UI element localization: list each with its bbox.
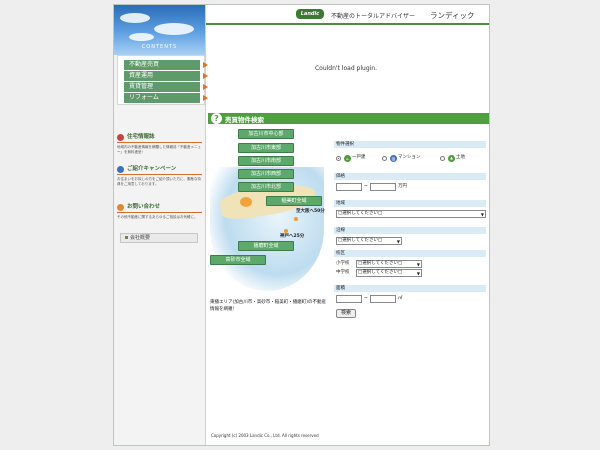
contents-label: CONTENTS: [141, 44, 178, 50]
question-icon: ?: [211, 113, 222, 124]
size-separator: ~: [364, 296, 368, 301]
brand-name: ランディック: [430, 11, 475, 20]
mail-icon: [117, 204, 124, 211]
price-unit: 万円: [398, 184, 407, 189]
company-label: 会社概要: [130, 235, 151, 241]
area-button-inami[interactable]: 稲美町全域: [266, 196, 322, 206]
area-select[interactable]: □選択してください□ ▼: [336, 210, 486, 218]
search-section-title: 売買物件検索: [225, 116, 264, 124]
info-contact[interactable]: お問い合わせ その他不動産に関するあらゆるご相談はお気軽に。: [117, 203, 202, 220]
area-map: 加古川市中心部 加古川市東部 加古川市南部 加古川市西部 加古川市北部 稲美町全…: [210, 127, 328, 297]
info-body: 地域内の不動産情報を網羅した情報誌「不動産メニュー」を無料進呈!: [117, 145, 201, 154]
type-label-mansion: マンション: [398, 155, 421, 160]
plugin-error-message: Couldn't load plugin.: [314, 65, 378, 72]
sidebar-item-label: 不動産売買: [129, 61, 160, 68]
tree-icon: ♣: [448, 155, 455, 162]
area-label: 地域: [334, 200, 486, 207]
info-referral-campaign[interactable]: ご紹介キャンペーン お住まいをお探しの方をご紹介頂いた方に、素敵な特典をご用意し…: [117, 165, 202, 187]
sidebar-item-label: 賃貸管理: [129, 83, 154, 90]
info-title: お問い合わせ: [127, 204, 161, 210]
line-label: 沿線: [334, 227, 486, 234]
kobe-label: 神戸へ25分: [280, 234, 305, 239]
sidebar-item-rental[interactable]: 賃貸管理: [124, 82, 208, 92]
type-label: 物件選択: [334, 141, 486, 148]
size-unit: ㎡: [398, 296, 403, 301]
chevron-down-icon: ▼: [416, 262, 420, 267]
type-label-house: 一戸建: [352, 155, 366, 160]
map-description: 東播エリア(加古川市・高砂市・稲美町・播磨町)の不動産情報を網羅!: [210, 300, 327, 312]
area-button-takasago[interactable]: 高砂市全域: [210, 255, 266, 265]
area-button-kakogawa-west[interactable]: 加古川市西部: [238, 169, 294, 179]
school-label: 校区: [334, 250, 486, 257]
area-button-kakogawa-center[interactable]: 加古川市中心部: [238, 129, 294, 139]
line-select[interactable]: □選択してください□ ▼: [336, 237, 402, 245]
map-center-marker: [240, 197, 252, 207]
junior-select-value: □選択してください□: [358, 270, 403, 275]
sidebar-item-label: 資産運用: [129, 72, 154, 79]
osaka-marker: [294, 217, 298, 221]
chevron-down-icon: ▼: [416, 271, 420, 276]
price-separator: ~: [364, 184, 368, 189]
line-select-value: □選択してください□: [338, 238, 383, 243]
person-icon: [117, 166, 124, 173]
house-icon: ⌂: [344, 155, 351, 162]
main-content: Landic 不動産のトータルアドバイザー ランディック Couldn't lo…: [206, 5, 489, 445]
junior-label: 中学校: [336, 270, 350, 275]
copyright: Copyright (c) 2003 Landic Co., Ltd. All …: [211, 433, 319, 438]
area-select-value: □選択してください□: [338, 211, 383, 216]
size-max-input[interactable]: [370, 295, 396, 303]
area-button-kakogawa-north[interactable]: 加古川市北部: [238, 182, 294, 192]
search-button[interactable]: 検索: [336, 309, 356, 318]
info-body: その他不動産に関するあらゆるご相談はお気軽に。: [117, 215, 198, 219]
search-section-bar: ? 売買物件検索: [208, 113, 489, 124]
area-button-kakogawa-south[interactable]: 加古川市南部: [238, 156, 294, 166]
type-radio-mansion[interactable]: [382, 156, 387, 161]
building-icon: ▥: [390, 155, 397, 162]
type-label-land: 土地: [456, 155, 465, 160]
size-label: 面積: [334, 285, 486, 292]
house-icon: [117, 134, 124, 141]
junior-select[interactable]: □選択してください□ ▼: [356, 269, 422, 277]
sidebar-item-asset[interactable]: 資産運用: [124, 71, 208, 81]
info-body: お住まいをお探しの方をご紹介頂いた方に、素敵な特典をご用意しております。: [117, 177, 201, 186]
info-housing-magazine[interactable]: 住宅情報誌 地域内の不動産情報を網羅した情報誌「不動産メニュー」を無料進呈!: [117, 133, 202, 155]
elementary-label: 小学校: [336, 261, 350, 266]
price-max-input[interactable]: [370, 183, 396, 191]
area-button-kakogawa-east[interactable]: 加古川市東部: [238, 143, 294, 153]
info-title: ご紹介キャンペーン: [127, 166, 177, 172]
header: Landic 不動産のトータルアドバイザー ランディック: [206, 5, 489, 25]
elementary-select[interactable]: □選択してください□ ▼: [356, 260, 422, 268]
sidebar-item-reform[interactable]: リフォーム: [124, 93, 208, 103]
sidebar-menu: 不動産売買 資産運用 賃貸管理 リフォーム: [117, 55, 208, 105]
price-label: 価格: [334, 173, 486, 180]
size-min-input[interactable]: [336, 295, 362, 303]
page-frame: CONTENTS 不動産売買 資産運用 賃貸管理 リフォーム 住宅情報誌 地域内…: [113, 4, 490, 446]
chevron-down-icon: ▼: [480, 212, 484, 217]
tagline: 不動産のトータルアドバイザー: [331, 13, 416, 20]
landic-logo[interactable]: Landic: [296, 9, 324, 19]
info-title: 住宅情報誌: [127, 134, 155, 140]
type-radio-land[interactable]: [440, 156, 445, 161]
elementary-select-value: □選択してください□: [358, 261, 403, 266]
area-button-harima[interactable]: 播磨町全域: [238, 241, 294, 251]
sidebar-item-sales[interactable]: 不動産売買: [124, 60, 208, 70]
company-profile-link[interactable]: 会社概要: [120, 233, 198, 243]
price-min-input[interactable]: [336, 183, 362, 191]
type-radio-house[interactable]: [336, 156, 341, 161]
sidebar-item-label: リフォーム: [129, 94, 159, 101]
chevron-down-icon: ▼: [396, 239, 400, 244]
osaka-label: 至大阪へ50分: [296, 209, 325, 214]
bullet-icon: [125, 236, 128, 239]
sidebar: CONTENTS 不動産売買 資産運用 賃貸管理 リフォーム 住宅情報誌 地域内…: [114, 5, 208, 445]
